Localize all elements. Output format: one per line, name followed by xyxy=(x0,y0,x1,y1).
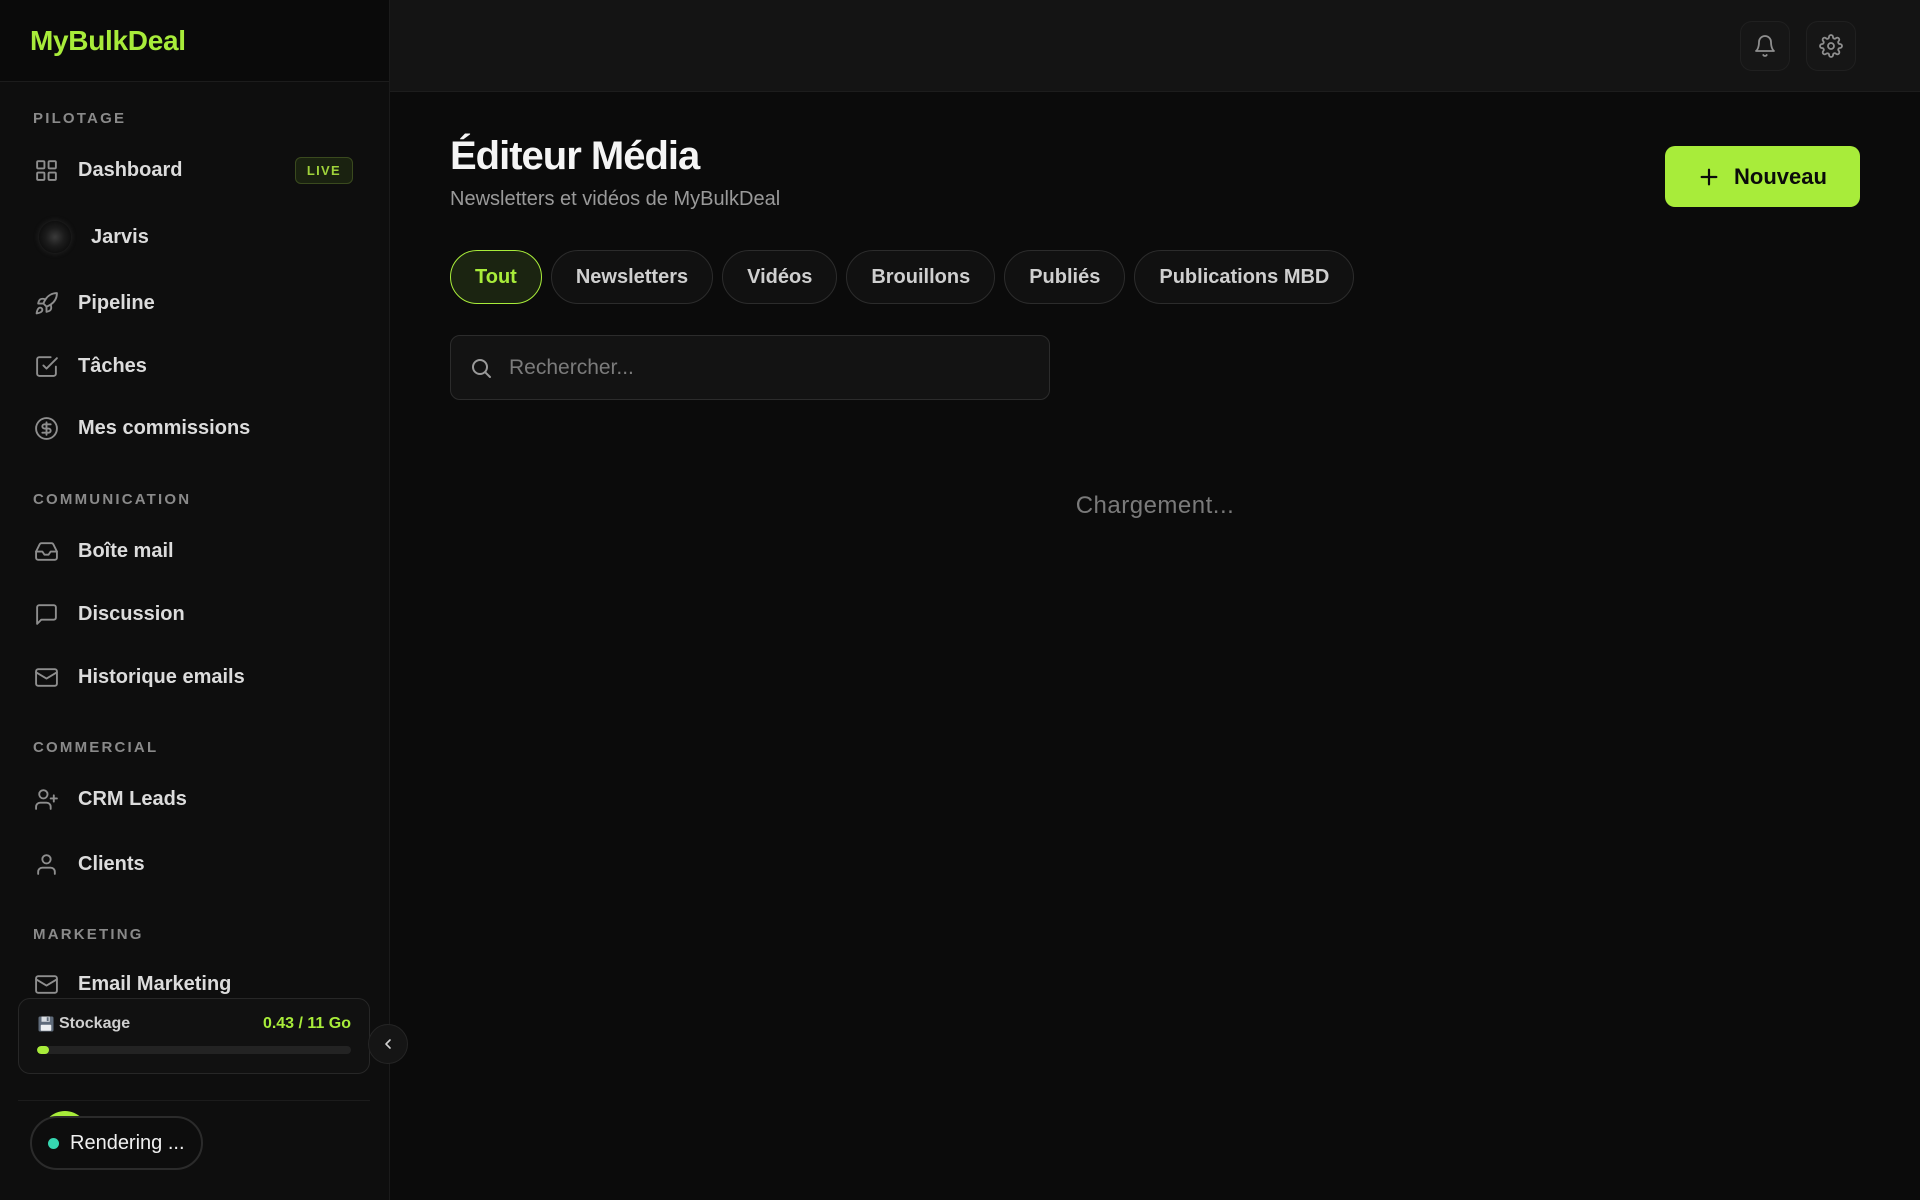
sidebar: MyBulkDeal PILOTAGE Dashboard LIVE Jarvi… xyxy=(0,0,390,1200)
brand-header: MyBulkDeal xyxy=(0,0,389,82)
rocket-icon xyxy=(33,290,59,316)
app-root: MyBulkDeal PILOTAGE Dashboard LIVE Jarvi… xyxy=(0,0,1920,1200)
sidebar-item-dashboard[interactable]: Dashboard LIVE xyxy=(33,150,353,190)
tab-tout[interactable]: Tout xyxy=(450,250,542,304)
new-button[interactable]: Nouveau xyxy=(1665,146,1860,207)
floppy-disk-icon xyxy=(38,1016,54,1032)
rendering-status-text: Rendering ... xyxy=(70,1131,185,1154)
sidebar-item-boite-mail[interactable]: Boîte mail xyxy=(33,531,353,571)
tab-publies[interactable]: Publiés xyxy=(1004,250,1126,304)
sidebar-item-label: Historique emails xyxy=(78,665,245,688)
sidebar-item-pipeline[interactable]: Pipeline xyxy=(33,283,353,323)
topbar xyxy=(390,0,1920,92)
sidebar-item-label: Email Marketing xyxy=(78,972,232,995)
gear-icon xyxy=(1819,34,1843,58)
filter-tabs: Tout Newsletters Vidéos Brouillons Publi… xyxy=(450,250,1355,304)
status-dot xyxy=(48,1137,59,1149)
tab-newsletters[interactable]: Newsletters xyxy=(550,250,714,304)
sidebar-item-label: Mes commissions xyxy=(78,416,251,439)
sidebar-item-label: Tâches xyxy=(78,354,147,377)
inbox-icon xyxy=(33,538,59,564)
page-subtitle: Newsletters et vidéos de MyBulkDeal xyxy=(450,188,781,210)
user-icon xyxy=(33,851,59,877)
new-button-label: Nouveau xyxy=(1734,163,1827,189)
section-label-marketing: MARKETING xyxy=(33,926,144,943)
sidebar-item-taches[interactable]: Tâches xyxy=(33,346,353,386)
sidebar-item-crm-leads[interactable]: CRM Leads xyxy=(33,779,353,819)
checkbox-icon xyxy=(33,353,59,379)
search-box xyxy=(450,335,1050,400)
main-content: Éditeur Média Newsletters et vidéos de M… xyxy=(390,92,1920,1200)
collapse-sidebar-button[interactable] xyxy=(368,1024,408,1064)
settings-button[interactable] xyxy=(1806,21,1856,71)
storage-widget: Stockage 0.43 / 11 Go xyxy=(18,998,370,1074)
mail-icon xyxy=(33,971,59,997)
page-title: Éditeur Média xyxy=(450,134,700,178)
tab-videos[interactable]: Vidéos xyxy=(722,250,838,304)
tab-brouillons[interactable]: Brouillons xyxy=(846,250,996,304)
storage-value: 0.43 / 11 Go xyxy=(262,1015,351,1032)
dollar-circle-icon xyxy=(33,415,59,441)
sidebar-item-label: CRM Leads xyxy=(78,787,187,810)
sidebar-item-label: Jarvis xyxy=(91,225,149,248)
search-input[interactable] xyxy=(509,355,1031,380)
section-label-commercial: COMMERCIAL xyxy=(33,739,159,756)
user-plus-icon xyxy=(33,786,59,812)
sidebar-item-commissions[interactable]: Mes commissions xyxy=(33,408,353,448)
grid-icon xyxy=(33,157,59,183)
storage-progress-track xyxy=(37,1046,351,1054)
bell-icon xyxy=(1755,35,1775,57)
storage-progress-fill xyxy=(37,1046,50,1054)
sidebar-item-jarvis[interactable]: Jarvis xyxy=(36,217,353,257)
chat-icon xyxy=(33,601,59,627)
search-icon xyxy=(472,358,491,378)
sidebar-item-label: Clients xyxy=(78,852,145,875)
tab-publications-mbd[interactable]: Publications MBD xyxy=(1134,250,1355,304)
storage-label: Stockage xyxy=(59,1015,131,1032)
loading-text: Chargement... xyxy=(1075,492,1235,519)
sidebar-item-discussion[interactable]: Discussion xyxy=(33,594,353,634)
jarvis-orb-icon xyxy=(39,221,71,253)
plus-icon xyxy=(1700,168,1718,185)
section-label-communication: COMMUNICATION xyxy=(33,491,192,508)
brand-logo[interactable]: MyBulkDeal xyxy=(30,25,186,57)
sidebar-item-historique-emails[interactable]: Historique emails xyxy=(33,657,353,697)
sidebar-item-label: Pipeline xyxy=(78,291,155,314)
chevron-left-icon xyxy=(385,1039,391,1049)
sidebar-item-clients[interactable]: Clients xyxy=(33,844,353,884)
sidebar-item-label: Boîte mail xyxy=(78,539,174,562)
rendering-status-pill: Rendering ... xyxy=(30,1116,203,1170)
sidebar-item-label: Discussion xyxy=(78,602,185,625)
section-label-pilotage: PILOTAGE xyxy=(33,110,127,127)
mail-icon xyxy=(33,664,59,690)
live-badge: LIVE xyxy=(294,156,353,184)
notifications-button[interactable] xyxy=(1740,21,1790,71)
sidebar-item-label: Dashboard xyxy=(78,158,183,181)
